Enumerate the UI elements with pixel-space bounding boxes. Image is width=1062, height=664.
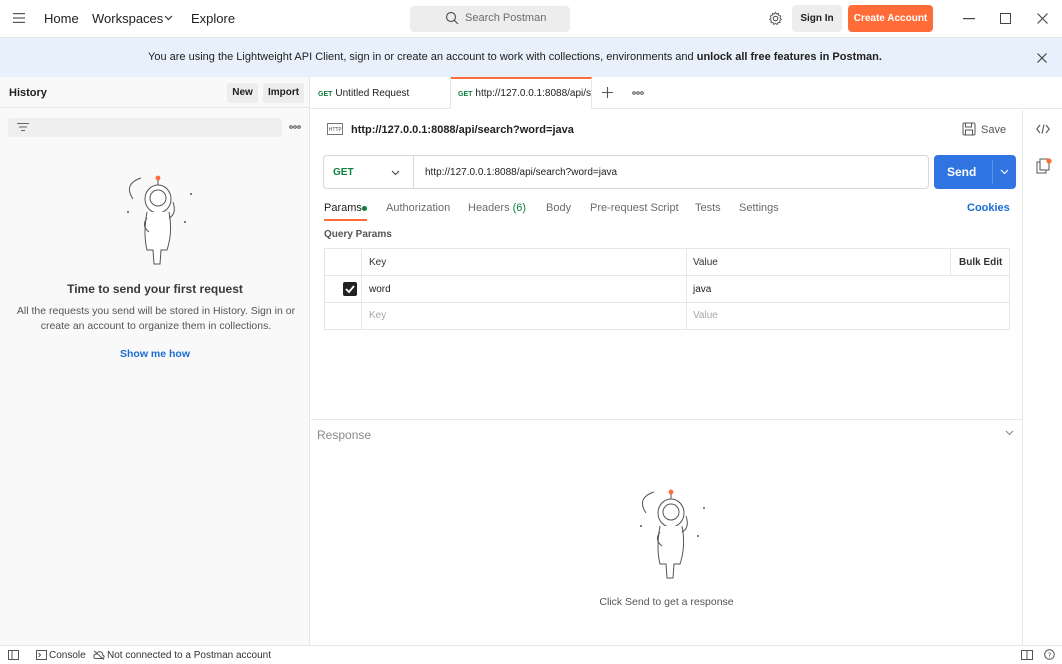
tab-params[interactable]: Params: [324, 202, 362, 214]
new-button[interactable]: New: [227, 83, 258, 103]
nav-home[interactable]: Home: [44, 11, 79, 26]
new-param-value-input[interactable]: Value: [693, 310, 718, 321]
tab-more-options-icon[interactable]: [632, 91, 644, 95]
url-bar: GET http://127.0.0.1:8088/api/search?wor…: [323, 155, 929, 189]
console-icon[interactable]: [36, 650, 47, 660]
col-divider: [686, 249, 687, 329]
astronaut-illustration: [626, 488, 708, 582]
chevron-down-icon[interactable]: [1005, 430, 1014, 436]
nav-workspaces[interactable]: Workspaces: [92, 11, 163, 26]
response-label: Response: [317, 428, 372, 442]
col-header-key: Key: [369, 257, 387, 268]
headers-count: (6): [512, 202, 527, 214]
http-icon: HTTP: [327, 123, 343, 135]
filter-icon: [17, 122, 29, 132]
right-rail: [1022, 110, 1062, 645]
maximize-icon[interactable]: [1000, 13, 1011, 24]
row-divider: [325, 275, 1009, 276]
more-options-icon[interactable]: [289, 125, 301, 129]
response-panel: Response Click Send to get a response: [311, 419, 1022, 645]
banner-text-bold[interactable]: unlock all free features in Postman.: [697, 51, 882, 63]
search-input[interactable]: Search Postman: [410, 6, 570, 32]
sign-in-button[interactable]: Sign In: [792, 5, 842, 32]
col-divider: [950, 249, 951, 275]
history-filter-input[interactable]: [8, 118, 282, 137]
import-button[interactable]: Import: [263, 83, 304, 103]
tab-untitled-request[interactable]: GET Untitled Request: [311, 77, 451, 109]
method-value: GET: [333, 167, 354, 178]
console-button[interactable]: Console: [49, 650, 86, 661]
tab-active-request[interactable]: GET http://127.0.0.1:8088/api/s: [451, 77, 592, 109]
save-button[interactable]: Save: [981, 124, 1006, 136]
method-select[interactable]: GET: [324, 156, 414, 188]
col-divider: [361, 249, 362, 329]
response-empty-text: Click Send to get a response: [599, 596, 734, 608]
settings-gear-icon[interactable]: [768, 11, 783, 26]
tab-tests[interactable]: Tests: [695, 202, 721, 214]
send-divider: [992, 160, 993, 184]
svg-text:HTTP: HTTP: [329, 127, 342, 133]
col-header-value: Value: [693, 257, 718, 268]
cloud-offline-icon: [93, 650, 105, 660]
toggle-sidebar-icon[interactable]: [8, 650, 19, 660]
chevron-down-icon[interactable]: [164, 15, 173, 21]
params-active-dot: [362, 206, 367, 211]
documentation-icon[interactable]: [1036, 158, 1052, 174]
help-icon[interactable]: ?: [1044, 649, 1055, 660]
send-button[interactable]: Send: [934, 155, 1016, 189]
tab-pre-request-script[interactable]: Pre-request Script: [590, 202, 679, 214]
status-bar: Console Not connected to a Postman accou…: [0, 645, 1062, 664]
nav-explore[interactable]: Explore: [191, 11, 235, 26]
history-sidebar: History New Import Time to send your fir…: [0, 77, 310, 645]
tab-settings[interactable]: Settings: [739, 202, 779, 214]
chevron-down-icon[interactable]: [1000, 169, 1009, 175]
search-placeholder: Search Postman: [465, 12, 547, 24]
banner-text-prefix: You are using the Lightweight API Client…: [148, 51, 697, 63]
close-banner-icon[interactable]: [1037, 53, 1047, 63]
query-params-label: Query Params: [324, 229, 392, 240]
tab-label: http://127.0.0.1:8088/api/s: [475, 88, 592, 99]
svg-text:?: ?: [1048, 651, 1052, 659]
chevron-down-icon: [391, 170, 400, 176]
row-divider: [325, 302, 1009, 303]
tab-body[interactable]: Body: [546, 202, 571, 214]
close-window-icon[interactable]: [1037, 13, 1048, 24]
row-checkbox[interactable]: [343, 282, 357, 296]
request-title[interactable]: http://127.0.0.1:8088/api/search?word=ja…: [351, 124, 574, 136]
empty-history-body: All the requests you send will be stored…: [16, 305, 296, 332]
title-bar: Home Workspaces Explore Search Postman S…: [0, 0, 1062, 38]
banner-text: You are using the Lightweight API Client…: [0, 51, 1030, 63]
url-input[interactable]: http://127.0.0.1:8088/api/search?word=ja…: [425, 167, 617, 178]
tab-headers[interactable]: Headers (6): [468, 202, 526, 214]
tab-method: GET: [458, 91, 473, 98]
save-icon[interactable]: [962, 122, 976, 136]
show-me-how-link[interactable]: Show me how: [0, 348, 310, 360]
minimize-icon[interactable]: [963, 18, 975, 20]
info-banner: You are using the Lightweight API Client…: [0, 38, 1062, 77]
param-key[interactable]: word: [369, 284, 391, 295]
account-status: Not connected to a Postman account: [107, 650, 271, 661]
tab-headers-label: Headers: [468, 202, 510, 214]
param-value[interactable]: java: [693, 284, 711, 295]
tab-authorization[interactable]: Authorization: [386, 202, 450, 214]
code-icon[interactable]: [1036, 124, 1050, 134]
astronaut-illustration: [113, 174, 195, 268]
new-tab-plus-icon[interactable]: [602, 87, 613, 98]
hamburger-menu-icon[interactable]: [13, 13, 25, 23]
history-title: History: [9, 87, 47, 99]
tab-label: Untitled Request: [335, 88, 410, 99]
params-underline: [324, 219, 367, 221]
tab-method: GET: [318, 91, 333, 98]
new-param-key-input[interactable]: Key: [369, 310, 386, 321]
bulk-edit-button[interactable]: Bulk Edit: [959, 257, 1002, 268]
search-icon: [445, 11, 459, 25]
send-label: Send: [947, 165, 977, 179]
history-header: History New Import: [0, 77, 310, 108]
create-account-button[interactable]: Create Account: [848, 5, 933, 32]
cookies-link[interactable]: Cookies: [967, 202, 1010, 214]
two-pane-view-icon[interactable]: [1021, 650, 1033, 660]
request-tab-bar: GET Untitled Request GET http://127.0.0.1:…: [311, 77, 1062, 109]
empty-history-title: Time to send your first request: [67, 282, 243, 296]
params-table: Key Value Bulk Edit word java Key Value: [324, 248, 1010, 330]
